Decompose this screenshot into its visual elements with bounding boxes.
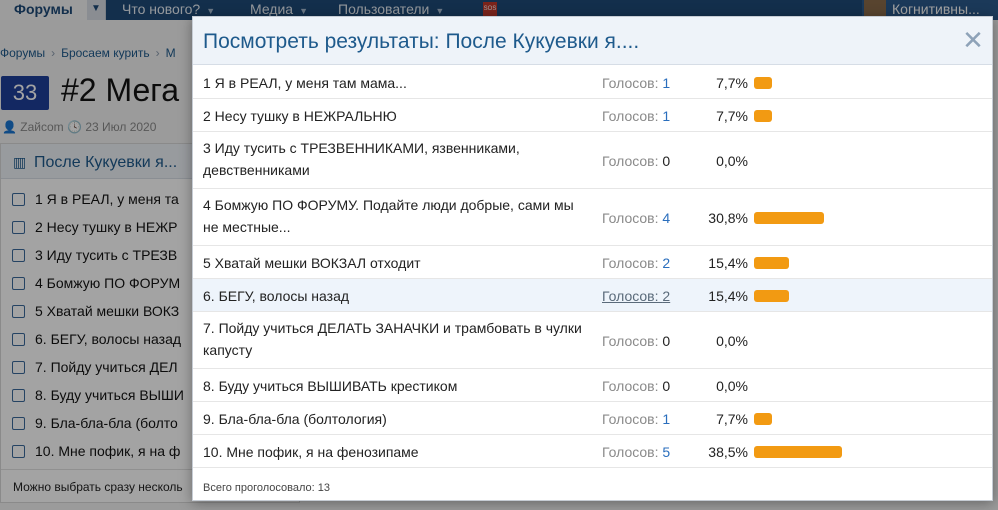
result-row: 6. БЕГУ, волосы назад Голосов: 2 15,4% bbox=[193, 279, 992, 312]
votes-label: Голосов: bbox=[602, 210, 659, 226]
votes-label: Голосов: bbox=[602, 444, 659, 460]
result-row: 9. Бла-бла-бла (болтология) Голосов: 1 7,7… bbox=[193, 402, 992, 435]
result-percent: 0,0% bbox=[716, 378, 748, 394]
result-option-text: 1 Я в РЕАЛ, у меня там мама... bbox=[203, 75, 407, 91]
result-percent: 7,7% bbox=[716, 411, 748, 427]
result-percent: 30,8% bbox=[708, 210, 748, 226]
result-bar bbox=[754, 413, 772, 425]
result-bar bbox=[754, 212, 824, 224]
total-votes: Всего проголосовало: 13 bbox=[203, 482, 330, 494]
result-option-text: 5 Хватай мешки ВОКЗАЛ отходит bbox=[203, 255, 421, 271]
votes-count: 0 bbox=[662, 153, 671, 169]
result-option-text: 4 Бомжую ПО ФОРУМУ. Подайте люди добрые,… bbox=[203, 197, 574, 235]
result-bar bbox=[754, 110, 772, 122]
result-bar bbox=[754, 290, 789, 302]
votes-count: 1 bbox=[662, 75, 671, 91]
result-row: 1 Я в РЕАЛ, у меня там мама... Голосов: 1… bbox=[193, 66, 992, 99]
result-percent: 0,0% bbox=[716, 153, 748, 169]
votes-link[interactable]: Голосов: 4 bbox=[602, 207, 670, 229]
votes-count: 2 bbox=[662, 255, 671, 271]
votes-link[interactable]: Голосов: 2 bbox=[602, 285, 670, 307]
votes-link[interactable]: Голосов: 2 bbox=[602, 252, 670, 274]
result-bar bbox=[754, 257, 789, 269]
close-icon[interactable]: ✕ bbox=[961, 27, 985, 53]
result-percent: 38,5% bbox=[708, 444, 748, 460]
votes-label: Голосов: bbox=[602, 378, 659, 394]
votes-label: Голосов: bbox=[602, 153, 659, 169]
result-bar bbox=[754, 77, 772, 89]
modal-header: Посмотреть результаты: После Кукуевки я.… bbox=[193, 17, 992, 65]
result-row: 7. Пойду учиться ДЕЛАТЬ ЗАНАЧКИ и трамбо… bbox=[193, 312, 992, 369]
result-percent: 15,4% bbox=[708, 288, 748, 304]
result-row: 4 Бомжую ПО ФОРУМУ. Подайте люди добрые,… bbox=[193, 189, 992, 246]
result-percent: 7,7% bbox=[716, 108, 748, 124]
result-option-text: 9. Бла-бла-бла (болтология) bbox=[203, 411, 387, 427]
result-option-text: 3 Иду тусить с ТРЕЗВЕННИКАМИ, язвенникам… bbox=[203, 140, 520, 178]
result-option-text: 7. Пойду учиться ДЕЛАТЬ ЗАНАЧКИ и трамбо… bbox=[203, 320, 582, 358]
result-option-text: 10. Мне пофик, я на фенозипаме bbox=[203, 444, 419, 460]
votes-label: Голосов: bbox=[602, 288, 659, 304]
votes-label: Голосов: bbox=[602, 255, 659, 271]
result-row: 3 Иду тусить с ТРЕЗВЕННИКАМИ, язвенникам… bbox=[193, 132, 992, 189]
votes-count: 0 bbox=[662, 333, 671, 349]
votes-label: Голосов: bbox=[602, 75, 659, 91]
votes-count: 1 bbox=[662, 411, 671, 427]
votes-link[interactable]: Голосов: 1 bbox=[602, 408, 670, 430]
poll-results-modal: Посмотреть результаты: После Кукуевки я.… bbox=[192, 16, 993, 501]
result-bar bbox=[754, 446, 842, 458]
votes-count: 5 bbox=[662, 444, 671, 460]
votes-count: 4 bbox=[662, 210, 671, 226]
result-percent: 0,0% bbox=[716, 333, 748, 349]
result-row: 5 Хватай мешки ВОКЗАЛ отходит Голосов: 2 1… bbox=[193, 246, 992, 279]
votes-count: 0 bbox=[662, 378, 671, 394]
votes-link: Голосов: 0 bbox=[602, 150, 670, 172]
votes-link[interactable]: Голосов: 1 bbox=[602, 72, 670, 94]
votes-label: Голосов: bbox=[602, 333, 659, 349]
votes-link[interactable]: Голосов: 1 bbox=[602, 105, 670, 127]
votes-label: Голосов: bbox=[602, 411, 659, 427]
modal-title: Посмотреть результаты: После Кукуевки я.… bbox=[203, 30, 640, 53]
votes-count: 1 bbox=[662, 108, 671, 124]
result-row: 10. Мне пофик, я на фенозипаме Голосов: 5… bbox=[193, 435, 992, 468]
result-percent: 7,7% bbox=[716, 75, 748, 91]
result-option-text: 2 Несу тушку в НЕЖРАЛЬНЮ bbox=[203, 108, 397, 124]
result-option-text: 8. Буду учиться ВЫШИВАТЬ крестиком bbox=[203, 378, 458, 394]
result-option-text: 6. БЕГУ, волосы назад bbox=[203, 288, 350, 304]
votes-link[interactable]: Голосов: 5 bbox=[602, 441, 670, 463]
votes-link: Голосов: 0 bbox=[602, 330, 670, 352]
result-row: 8. Буду учиться ВЫШИВАТЬ крестиком Голосо… bbox=[193, 369, 992, 402]
votes-count: 2 bbox=[662, 288, 671, 304]
votes-label: Голосов: bbox=[602, 108, 659, 124]
result-row: 2 Несу тушку в НЕЖРАЛЬНЮ Голосов: 1 7,7% bbox=[193, 99, 992, 132]
votes-link: Голосов: 0 bbox=[602, 375, 670, 397]
result-percent: 15,4% bbox=[708, 255, 748, 271]
